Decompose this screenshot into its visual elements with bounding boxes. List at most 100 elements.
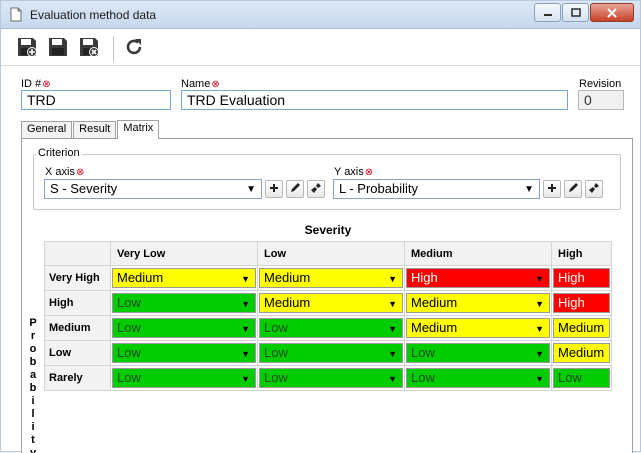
matrix-row-header: High bbox=[44, 290, 111, 316]
revision-label: Revision bbox=[579, 78, 622, 90]
matrix-level-select[interactable]: Low ▼ bbox=[112, 343, 256, 363]
matrix-column-header: Medium bbox=[404, 241, 552, 266]
matrix-row: Rarely Low ▼ Low ▼ Low ▼ Low bbox=[44, 365, 612, 391]
matrix-level-select[interactable]: Medium ▼ bbox=[259, 293, 403, 313]
matrix-cell: Medium ▼ bbox=[257, 290, 405, 316]
dropdown-arrow-icon: ▼ bbox=[388, 299, 397, 309]
tab-matrix[interactable]: Matrix bbox=[117, 120, 160, 139]
matrix-level-value: Low bbox=[117, 295, 141, 310]
refresh-button[interactable] bbox=[122, 36, 146, 60]
dropdown-arrow-icon: ▼ bbox=[524, 184, 534, 195]
matrix-cell: Low ▼ bbox=[257, 340, 405, 366]
matrix-level-select[interactable]: Low bbox=[553, 368, 610, 388]
matrix-level-select[interactable]: Low ▼ bbox=[112, 293, 256, 313]
pencil-icon bbox=[567, 182, 579, 197]
row-axis-letter: l bbox=[31, 408, 35, 420]
maximize-button[interactable] bbox=[562, 3, 589, 22]
matrix-cell: Low ▼ bbox=[404, 340, 552, 366]
x-axis-label: X axis⊗ bbox=[45, 166, 85, 178]
broom-icon bbox=[588, 182, 600, 197]
x-axis-select[interactable]: S - Severity ▼ bbox=[44, 179, 262, 199]
matrix-level-select[interactable]: Medium bbox=[553, 343, 610, 363]
matrix-level-select[interactable]: Low ▼ bbox=[406, 368, 550, 388]
matrix-level-select[interactable]: Low ▼ bbox=[259, 343, 403, 363]
row-axis-letter: b bbox=[29, 356, 37, 368]
y-axis-clear-button[interactable] bbox=[585, 180, 603, 198]
matrix-level-value: Low bbox=[264, 320, 288, 335]
row-axis-letter: a bbox=[29, 369, 37, 381]
dropdown-arrow-icon: ▼ bbox=[241, 374, 250, 384]
matrix-level-select[interactable]: Low ▼ bbox=[112, 318, 256, 338]
close-button[interactable] bbox=[590, 3, 634, 22]
matrix-level-select[interactable]: Medium ▼ bbox=[406, 318, 550, 338]
matrix-level-select[interactable]: Low ▼ bbox=[259, 368, 403, 388]
save-close-button[interactable] bbox=[77, 36, 101, 60]
matrix-level-value: Medium bbox=[264, 295, 311, 310]
dropdown-arrow-icon: ▼ bbox=[388, 374, 397, 384]
matrix-cell: High ▼ bbox=[404, 265, 552, 291]
matrix-cell: Medium ▼ bbox=[257, 265, 405, 291]
risk-matrix: Very Low Low Medium High Very High Medium… bbox=[44, 241, 612, 391]
tab-general[interactable]: General bbox=[21, 121, 73, 138]
required-icon: ⊗ bbox=[211, 79, 220, 90]
dropdown-arrow-icon: ▼ bbox=[241, 349, 250, 359]
matrix-cell: High bbox=[551, 265, 612, 291]
matrix-level-value: High bbox=[558, 270, 585, 285]
dropdown-arrow-icon: ▼ bbox=[388, 324, 397, 334]
matrix-cell: Medium bbox=[551, 340, 612, 366]
matrix-level-value: Low bbox=[558, 370, 582, 385]
matrix-row-header: Rarely bbox=[44, 365, 111, 391]
y-axis-add-button[interactable] bbox=[543, 180, 561, 198]
matrix-level-select[interactable]: Medium ▼ bbox=[112, 268, 256, 288]
row-axis-letter: o bbox=[29, 343, 37, 355]
matrix-cell: Medium ▼ bbox=[404, 315, 552, 341]
matrix-level-value: Medium bbox=[411, 320, 458, 335]
matrix-row: Low Low ▼ Low ▼ Low ▼ Medium bbox=[44, 340, 612, 366]
dropdown-arrow-icon: ▼ bbox=[241, 299, 250, 309]
matrix-row-axis-title: Probability bbox=[27, 317, 39, 453]
header-fields: ID #⊗ TRD Name⊗ TRD Evaluation Revision … bbox=[1, 67, 640, 117]
y-axis-select[interactable]: L - Probability ▼ bbox=[333, 179, 540, 199]
save-new-button[interactable] bbox=[15, 36, 39, 60]
matrix-column-axis-title: Severity bbox=[304, 223, 352, 237]
y-axis-edit-button[interactable] bbox=[564, 180, 582, 198]
row-axis-letter: r bbox=[30, 330, 36, 342]
x-axis-edit-button[interactable] bbox=[286, 180, 304, 198]
matrix-level-select[interactable]: Medium ▼ bbox=[406, 293, 550, 313]
tab-bar: General Result Matrix bbox=[21, 120, 160, 139]
matrix-level-select[interactable]: Medium bbox=[553, 318, 610, 338]
x-axis-add-button[interactable] bbox=[265, 180, 283, 198]
matrix-cell: Medium ▼ bbox=[110, 265, 258, 291]
save-new-icon bbox=[16, 36, 38, 61]
matrix-level-select[interactable]: High bbox=[553, 268, 610, 288]
matrix-level-select[interactable]: Low ▼ bbox=[112, 368, 256, 388]
matrix-level-select[interactable]: Medium ▼ bbox=[259, 268, 403, 288]
matrix-column-header: Low bbox=[257, 241, 405, 266]
tab-result[interactable]: Result bbox=[73, 121, 117, 138]
matrix-level-value: Medium bbox=[264, 270, 311, 285]
matrix-row-header: Low bbox=[44, 340, 111, 366]
evaluation-method-window: Evaluation method data ID #⊗ TRD Name⊗ T… bbox=[0, 0, 641, 453]
matrix-column-header: High bbox=[551, 241, 612, 266]
matrix-level-select[interactable]: High bbox=[553, 293, 610, 313]
matrix-level-value: High bbox=[558, 295, 585, 310]
name-input[interactable]: TRD Evaluation bbox=[181, 90, 568, 110]
minimize-button[interactable] bbox=[534, 3, 561, 22]
window-controls bbox=[533, 3, 634, 22]
save-button[interactable] bbox=[46, 36, 70, 60]
title-bar: Evaluation method data bbox=[1, 1, 640, 29]
y-axis-label: Y axis⊗ bbox=[334, 166, 374, 178]
x-axis-clear-button[interactable] bbox=[307, 180, 325, 198]
matrix-level-value: Medium bbox=[558, 320, 605, 335]
id-input[interactable]: TRD bbox=[21, 90, 171, 110]
matrix-column-header: Very Low bbox=[110, 241, 258, 266]
dropdown-arrow-icon: ▼ bbox=[535, 374, 544, 384]
matrix-level-select[interactable]: High ▼ bbox=[406, 268, 550, 288]
matrix-cell: Low ▼ bbox=[257, 365, 405, 391]
matrix-level-select[interactable]: Low ▼ bbox=[406, 343, 550, 363]
matrix-level-value: Low bbox=[264, 345, 288, 360]
id-label: ID #⊗ bbox=[21, 78, 51, 90]
matrix-level-value: Low bbox=[411, 345, 435, 360]
matrix-level-select[interactable]: Low ▼ bbox=[259, 318, 403, 338]
row-axis-letter: i bbox=[31, 395, 35, 407]
